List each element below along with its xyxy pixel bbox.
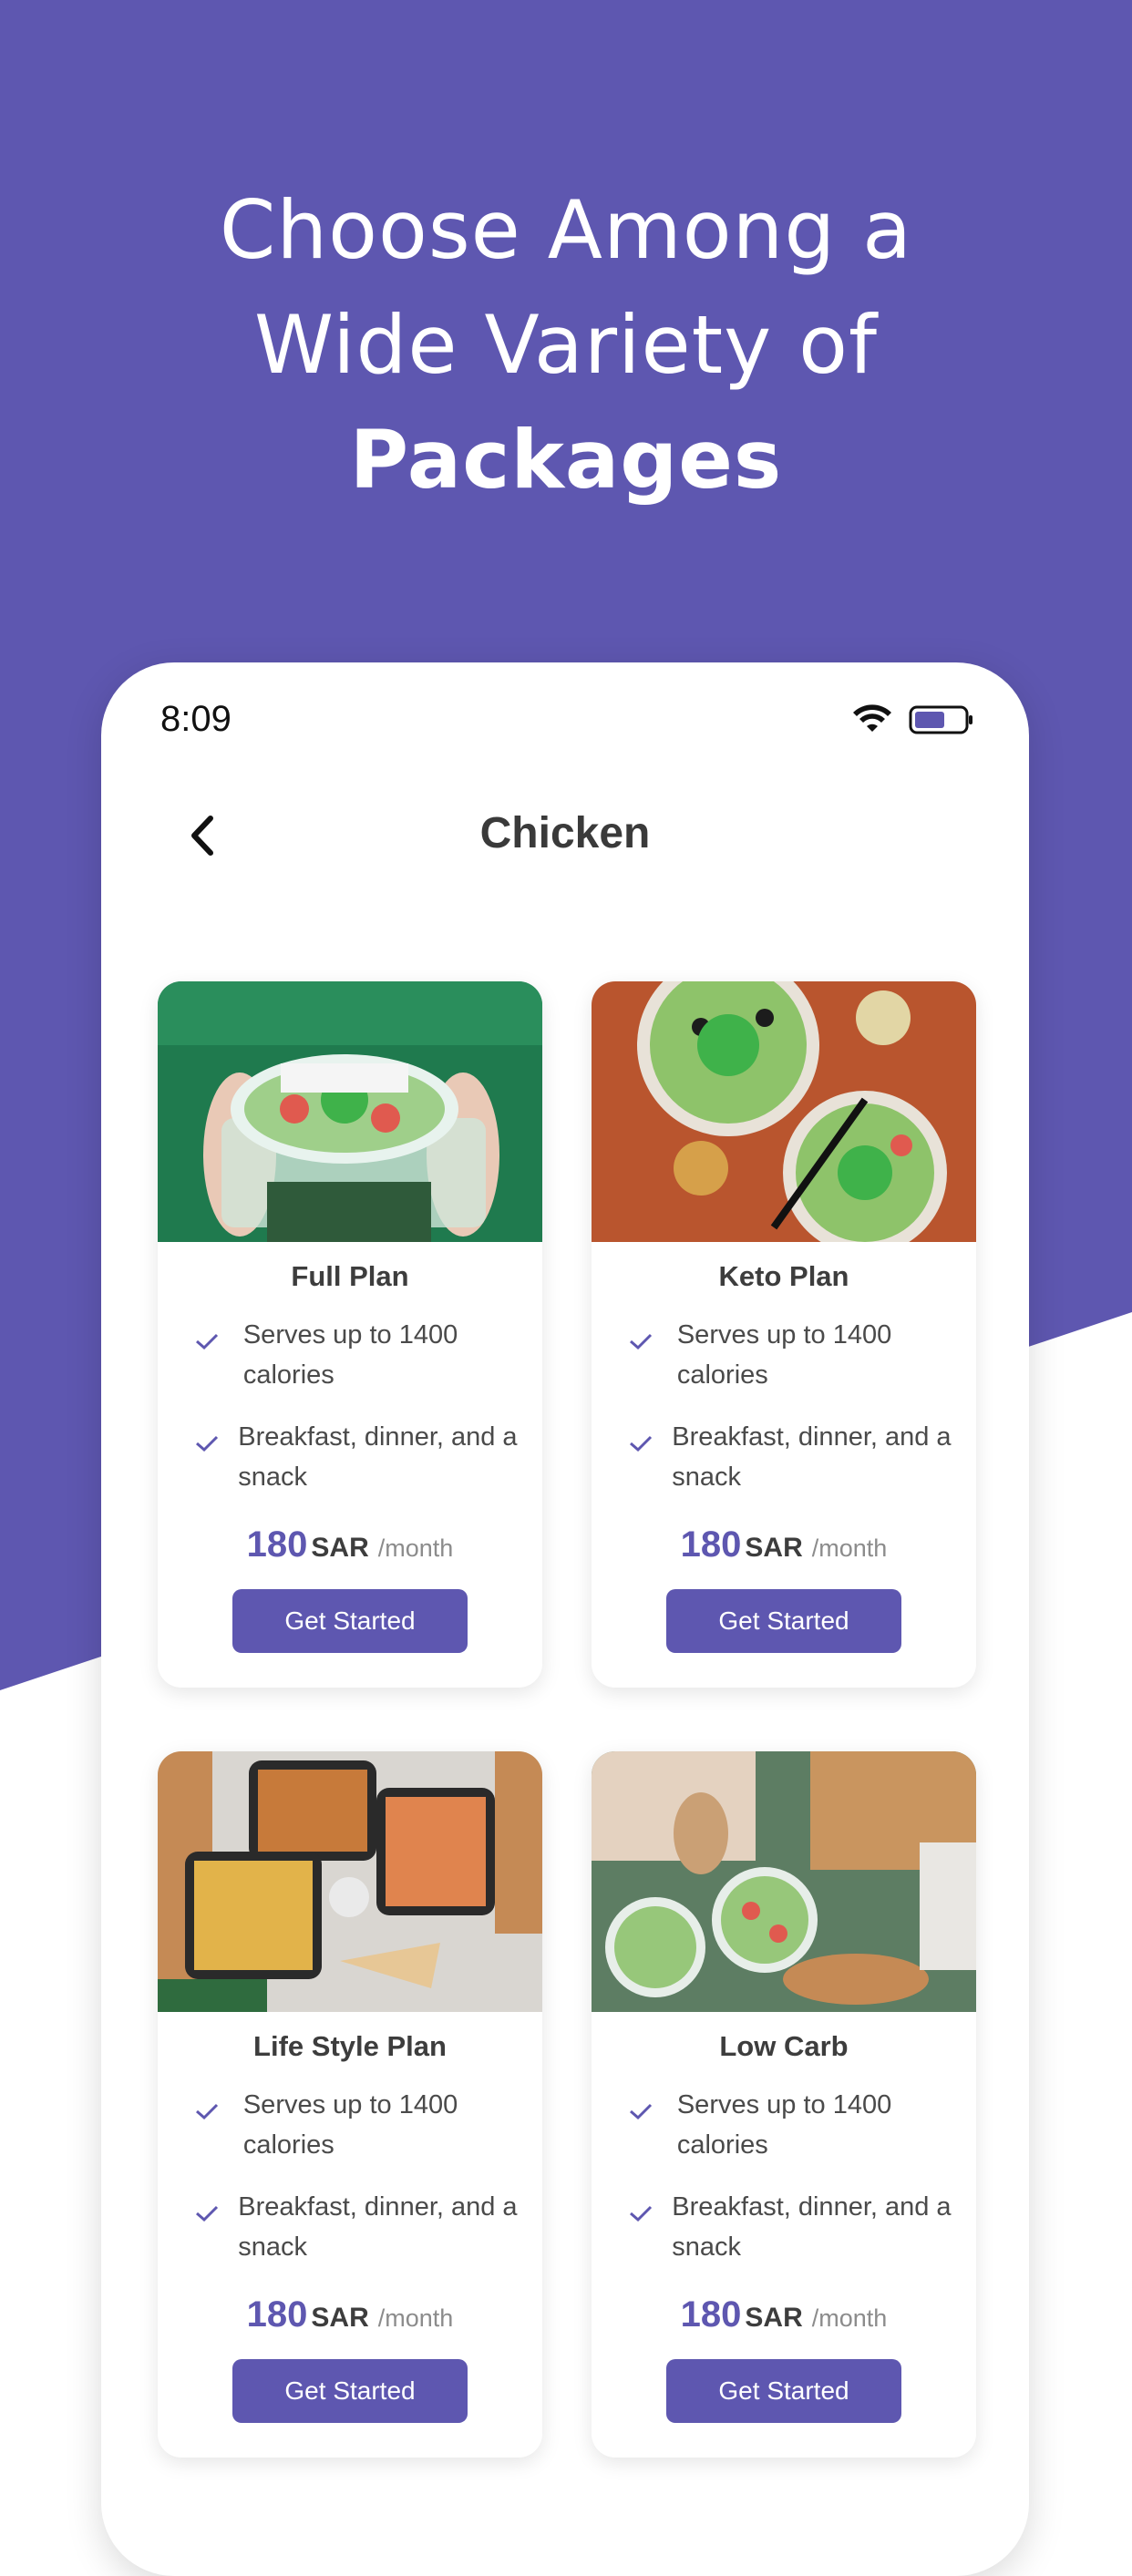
check-icon	[630, 2205, 653, 2222]
price: 180 SAR/month	[592, 1524, 976, 1565]
price-period: /month	[377, 2304, 454, 2332]
get-started-button[interactable]: Get Started	[232, 1589, 468, 1653]
check-icon	[196, 1435, 219, 1452]
price: 180 SAR/month	[158, 2294, 542, 2335]
feature-text: Breakfast, dinner, and a snack	[238, 1422, 518, 1492]
headline-line-1: Choose Among a	[219, 183, 913, 277]
plan-title: Keto Plan	[718, 1260, 849, 1292]
plan-image	[592, 1751, 976, 2012]
check-icon	[630, 1435, 653, 1452]
plan-title: Full Plan	[291, 1260, 409, 1292]
price-currency: SAR	[311, 2303, 369, 2333]
price: 180 SAR/month	[592, 2294, 976, 2335]
price: 180 SAR/month	[158, 1524, 542, 1565]
plan-card-keto: Keto Plan Serves up to 1400 calories Bre…	[592, 981, 976, 1688]
feature-text: Breakfast, dinner, and a snack	[672, 2192, 952, 2262]
feature-item: Serves up to 1400 calories	[628, 1315, 958, 1395]
check-icon	[196, 2103, 219, 2120]
get-started-button[interactable]: Get Started	[666, 1589, 901, 1653]
plan-card-lifestyle: Life Style Plan Serves up to 1400 calori…	[158, 1751, 542, 2458]
price-currency: SAR	[311, 1533, 369, 1563]
feature-text: Serves up to 1400 calories	[676, 1320, 892, 1390]
plan-image	[592, 981, 976, 1242]
price-value: 180	[680, 2294, 742, 2335]
feature-item: Breakfast, dinner, and a snack	[628, 2187, 958, 2267]
price-value: 180	[246, 1524, 308, 1565]
price-value: 180	[680, 1524, 742, 1565]
promo-headline: Choose Among a Wide Variety of Packages	[0, 173, 1132, 518]
feature-text: Breakfast, dinner, and a snack	[672, 1422, 952, 1492]
status-time: 8:09	[160, 699, 232, 739]
price-period: /month	[377, 1534, 454, 1562]
check-icon	[630, 2103, 653, 2120]
feature-item: Breakfast, dinner, and a snack	[628, 1417, 958, 1497]
page-title: Chicken	[479, 809, 651, 857]
plan-title: Low Carb	[719, 2030, 849, 2062]
feature-item: Serves up to 1400 calories	[628, 2085, 958, 2165]
feature-text: Breakfast, dinner, and a snack	[238, 2192, 518, 2262]
feature-text: Serves up to 1400 calories	[242, 2090, 458, 2160]
check-icon	[196, 1333, 219, 1350]
wifi-icon	[852, 704, 892, 735]
get-started-button[interactable]: Get Started	[232, 2359, 468, 2423]
feature-text: Serves up to 1400 calories	[242, 1320, 458, 1390]
plan-title: Life Style Plan	[253, 2030, 447, 2062]
phone-frame: 8:09 Chicken Full Plan Serves up to 1400…	[101, 662, 1029, 2576]
feature-item: Breakfast, dinner, and a snack	[194, 2187, 524, 2267]
battery-icon	[909, 704, 974, 735]
check-icon	[196, 2205, 219, 2222]
feature-item: Serves up to 1400 calories	[194, 2085, 524, 2165]
get-started-button[interactable]: Get Started	[666, 2359, 901, 2423]
price-period: /month	[811, 1534, 888, 1562]
price-currency: SAR	[745, 1533, 803, 1563]
price-value: 180	[246, 2294, 308, 2335]
plan-image	[158, 981, 542, 1242]
plan-image	[158, 1751, 542, 2012]
headline-line-3: Packages	[349, 413, 783, 507]
feature-item: Serves up to 1400 calories	[194, 1315, 524, 1395]
headline-line-2: Wide Variety of	[254, 298, 878, 392]
feature-item: Breakfast, dinner, and a snack	[194, 1417, 524, 1497]
price-period: /month	[811, 2304, 888, 2332]
status-icons	[852, 704, 974, 735]
check-icon	[630, 1333, 653, 1350]
price-currency: SAR	[745, 2303, 803, 2333]
feature-text: Serves up to 1400 calories	[676, 2090, 892, 2160]
plan-card-lowcarb: Low Carb Serves up to 1400 calories Brea…	[592, 1751, 976, 2458]
plan-card-full: Full Plan Serves up to 1400 calories Bre…	[158, 981, 542, 1688]
